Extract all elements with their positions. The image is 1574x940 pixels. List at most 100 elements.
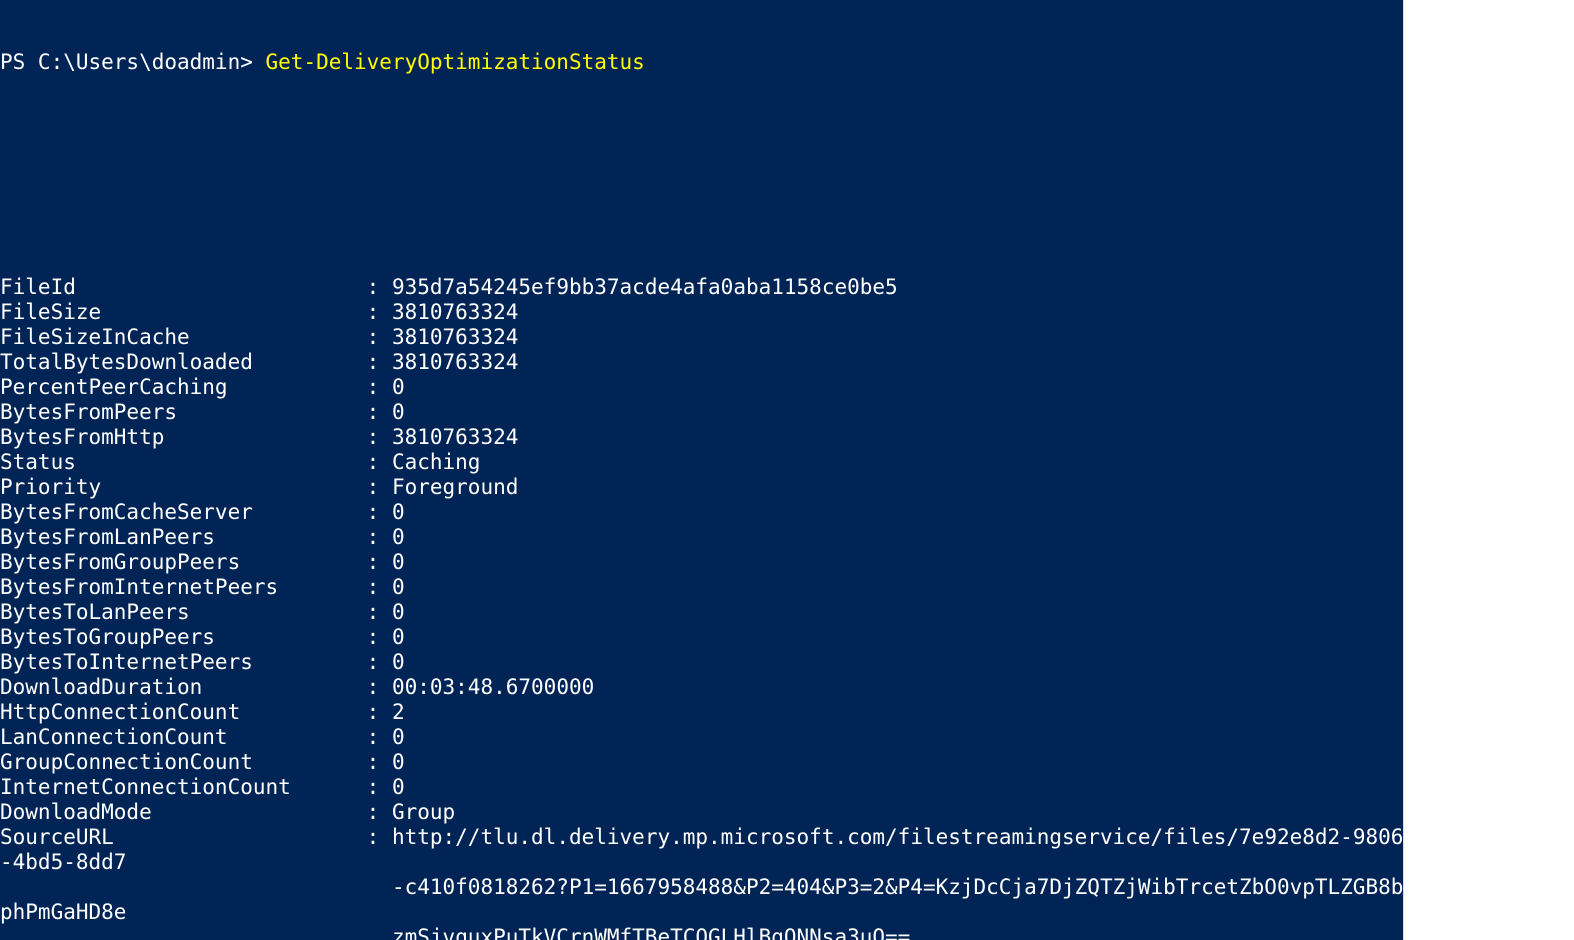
kv-label: BytesToGroupPeers — [0, 625, 354, 650]
kv-label: Priority — [0, 475, 354, 500]
output-block: FileId : 935d7a54245ef9bb37acde4afa0aba1… — [0, 275, 1404, 940]
kv-label: InternetConnectionCount — [0, 775, 354, 800]
kv-colon: : — [354, 500, 392, 525]
kv-label: DownloadDuration — [0, 675, 354, 700]
kv-value: 0 — [392, 750, 405, 774]
kv-value: 3810763324 — [392, 300, 518, 324]
kv-colon: : — [354, 550, 392, 575]
kv-label: BytesFromPeers — [0, 400, 354, 425]
kv-row: BytesFromGroupPeers : 0 — [0, 550, 1404, 575]
kv-value: 3810763324 — [392, 350, 518, 374]
wrap-indent — [0, 875, 392, 900]
scrollbar-vertical[interactable] — [1403, 0, 1404, 940]
wrap-indent — [0, 925, 392, 940]
kv-label: BytesFromInternetPeers — [0, 575, 354, 600]
kv-value: 0 — [392, 400, 405, 424]
kv-row: DownloadDuration : 00:03:48.6700000 — [0, 675, 1404, 700]
kv-colon: : — [354, 750, 392, 775]
kv-row: LanConnectionCount : 0 — [0, 725, 1404, 750]
kv-value: 0 — [392, 775, 405, 799]
kv-label: TotalBytesDownloaded — [0, 350, 354, 375]
powershell-terminal[interactable]: PS C:\Users\doadmin> Get-DeliveryOptimiz… — [0, 0, 1404, 940]
kv-row: TotalBytesDownloaded : 3810763324 — [0, 350, 1404, 375]
kv-label: SourceURL — [0, 825, 354, 850]
kv-row: FileId : 935d7a54245ef9bb37acde4afa0aba1… — [0, 275, 1404, 300]
kv-value: Foreground — [392, 475, 518, 499]
kv-colon: : — [354, 825, 392, 850]
kv-value: Group — [392, 800, 455, 824]
kv-row: BytesFromHttp : 3810763324 — [0, 425, 1404, 450]
kv-colon: : — [354, 325, 392, 350]
kv-row: BytesToLanPeers : 0 — [0, 600, 1404, 625]
kv-label: BytesFromCacheServer — [0, 500, 354, 525]
blank-line — [0, 125, 1404, 150]
kv-row: BytesFromInternetPeers : 0 — [0, 575, 1404, 600]
kv-colon: : — [354, 425, 392, 450]
kv-row: FileSize : 3810763324 — [0, 300, 1404, 325]
kv-row: PercentPeerCaching : 0 — [0, 375, 1404, 400]
kv-label: GroupConnectionCount — [0, 750, 354, 775]
kv-row: BytesFromLanPeers : 0 — [0, 525, 1404, 550]
kv-value: 0 — [392, 375, 405, 399]
kv-colon: : — [354, 525, 392, 550]
kv-value: 0 — [392, 725, 405, 749]
kv-value: 00:03:48.6700000 — [392, 675, 594, 699]
kv-label: BytesFromGroupPeers — [0, 550, 354, 575]
kv-row: BytesToInternetPeers : 0 — [0, 650, 1404, 675]
kv-row: Status : Caching — [0, 450, 1404, 475]
kv-row: Priority : Foreground — [0, 475, 1404, 500]
kv-value: 3810763324 — [392, 425, 518, 449]
kv-colon: : — [354, 275, 392, 300]
kv-colon: : — [354, 725, 392, 750]
kv-row: DownloadMode : Group — [0, 800, 1404, 825]
kv-colon: : — [354, 700, 392, 725]
kv-value: 0 — [392, 525, 405, 549]
kv-value: 0 — [392, 550, 405, 574]
kv-label: Status — [0, 450, 354, 475]
kv-label: BytesFromLanPeers — [0, 525, 354, 550]
kv-value: 3810763324 — [392, 325, 518, 349]
kv-label: BytesFromHttp — [0, 425, 354, 450]
kv-colon: : — [354, 300, 392, 325]
kv-value: 0 — [392, 625, 405, 649]
kv-row: BytesFromCacheServer : 0 — [0, 500, 1404, 525]
kv-colon: : — [354, 800, 392, 825]
kv-label: FileSize — [0, 300, 354, 325]
kv-colon: : — [354, 675, 392, 700]
kv-label: PercentPeerCaching — [0, 375, 354, 400]
kv-row: HttpConnectionCount : 2 — [0, 700, 1404, 725]
kv-row: BytesToGroupPeers : 0 — [0, 625, 1404, 650]
kv-label: FileSizeInCache — [0, 325, 354, 350]
kv-value-cont: zmSjvquxPuTkVCrnWMfTBeTCQGLHlBgONNsa3uQ=… — [392, 925, 910, 940]
kv-value: 0 — [392, 575, 405, 599]
kv-row: FileSizeInCache : 3810763324 — [0, 325, 1404, 350]
prompt-line: PS C:\Users\doadmin> Get-DeliveryOptimiz… — [0, 50, 1404, 75]
kv-row: BytesFromPeers : 0 — [0, 400, 1404, 425]
kv-label: BytesToLanPeers — [0, 600, 354, 625]
kv-value: 935d7a54245ef9bb37acde4afa0aba1158ce0be5 — [392, 275, 898, 299]
kv-label: HttpConnectionCount — [0, 700, 354, 725]
kv-colon: : — [354, 650, 392, 675]
kv-colon: : — [354, 575, 392, 600]
kv-label: LanConnectionCount — [0, 725, 354, 750]
kv-value: 2 — [392, 700, 405, 724]
kv-colon: : — [354, 475, 392, 500]
kv-value: 0 — [392, 650, 405, 674]
kv-row: InternetConnectionCount : 0 — [0, 775, 1404, 800]
kv-row: GroupConnectionCount : 0 — [0, 750, 1404, 775]
prompt-prefix: PS C:\Users\doadmin> — [0, 50, 266, 74]
kv-colon: : — [354, 775, 392, 800]
kv-colon: : — [354, 400, 392, 425]
kv-colon: : — [354, 625, 392, 650]
kv-colon: : — [354, 600, 392, 625]
right-blank-area — [1418, 0, 1574, 940]
kv-colon: : — [354, 450, 392, 475]
blank-line — [0, 200, 1404, 225]
kv-value: 0 — [392, 600, 405, 624]
kv-label: FileId — [0, 275, 354, 300]
kv-row: SourceURL : http://tlu.dl.delivery.mp.mi… — [0, 825, 1404, 940]
kv-value: 0 — [392, 500, 405, 524]
prompt-command: Get-DeliveryOptimizationStatus — [266, 50, 645, 74]
kv-label: DownloadMode — [0, 800, 354, 825]
kv-colon: : — [354, 375, 392, 400]
